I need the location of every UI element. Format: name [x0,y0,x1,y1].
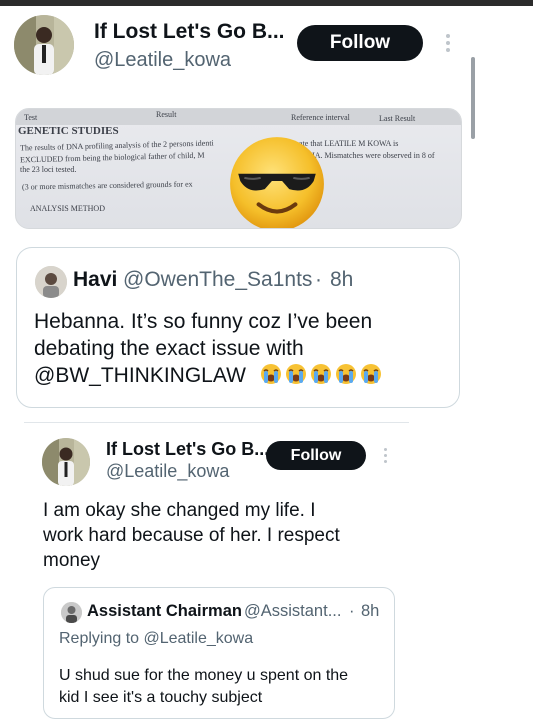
loudly-crying-face-icon [285,364,306,384]
quote-body-line: U shud sue for the money u spent on the [59,667,349,684]
avatar[interactable] [14,15,74,75]
report-col-test: Test [24,113,38,122]
status-bar [0,0,533,6]
report-col-reference: Reference interval [291,113,350,122]
quote-author-name[interactable]: Assistant Chairman [87,602,242,621]
mention-link[interactable]: @BW_THINKINGLAW [34,364,246,387]
reply-body-line: money [43,550,101,571]
quote-timestamp[interactable]: 8h [361,602,379,621]
loudly-crying-face-icon [310,364,331,384]
follow-button[interactable]: Follow [297,25,423,61]
quoted-tweet[interactable]: Havi @OwenThe_Sa1nts · 8h Hebanna. It’s … [16,247,460,408]
report-line: (3 or more mismatches are considered gro… [21,179,193,192]
report-line: ANALYSIS METHOD [30,204,105,213]
smiling-face-with-sunglasses-icon [230,137,324,228]
loudly-crying-face-icon [360,364,381,384]
reply-author-handle[interactable]: @Leatile_kowa [106,461,229,482]
author-name[interactable]: If Lost Let's Go B... [94,20,285,44]
avatar[interactable] [42,438,90,486]
report-line: the 23 loci tested. [20,165,77,174]
loudly-crying-face-icon [335,364,356,384]
reply-author-name[interactable]: If Lost Let's Go B... [106,439,269,460]
separator-dot: · [315,268,322,291]
follow-button[interactable]: Follow [266,441,366,470]
reply-body-line: work hard because of her. I respect [43,525,340,546]
replying-to[interactable]: Replying to @Leatile_kowa [59,630,253,648]
reply-body-line: I am okay she changed my life. I [43,500,316,521]
avatar[interactable] [61,602,82,623]
scrollbar[interactable] [471,57,475,139]
quote-author-name[interactable]: Havi [73,268,117,292]
report-col-last: Last Result [379,114,416,123]
quote-body: U shud sue for the money u spent on the … [59,666,389,710]
report-section-title: GENETIC STUDIES [18,125,119,137]
quote-timestamp[interactable]: 8h [330,268,353,292]
quoted-tweet[interactable]: Assistant Chairman @Assistant... · 8h Re… [43,587,395,719]
quote-body-line: Hebanna. It’s so funny coz I’ve been [34,310,373,333]
quote-body-line: debating the exact issue with [34,337,304,360]
separator-dot: · [349,602,355,620]
loudly-crying-face-icon [260,364,281,384]
more-vertical-icon[interactable] [445,34,451,52]
divider [24,422,409,423]
quote-author-handle[interactable]: @Assistant... [244,602,341,621]
avatar[interactable] [35,266,67,298]
author-handle[interactable]: @Leatile_kowa [94,49,231,72]
quote-body: Hebanna. It’s so funny coz I’ve been deb… [34,309,454,390]
reply-body: I am okay she changed my life. I work ha… [43,499,423,574]
crying-emojis [258,364,383,387]
report-col-result: Result [156,110,177,119]
dna-report-image[interactable]: Test Result Reference interval Last Resu… [15,108,462,229]
quote-author-handle[interactable]: @OwenThe_Sa1nts [123,268,312,292]
more-vertical-icon[interactable] [383,448,388,463]
quote-body-line: kid I see it's a touchy subject [59,689,263,706]
report-line: EXCLUDED from being the biological fathe… [19,150,205,165]
